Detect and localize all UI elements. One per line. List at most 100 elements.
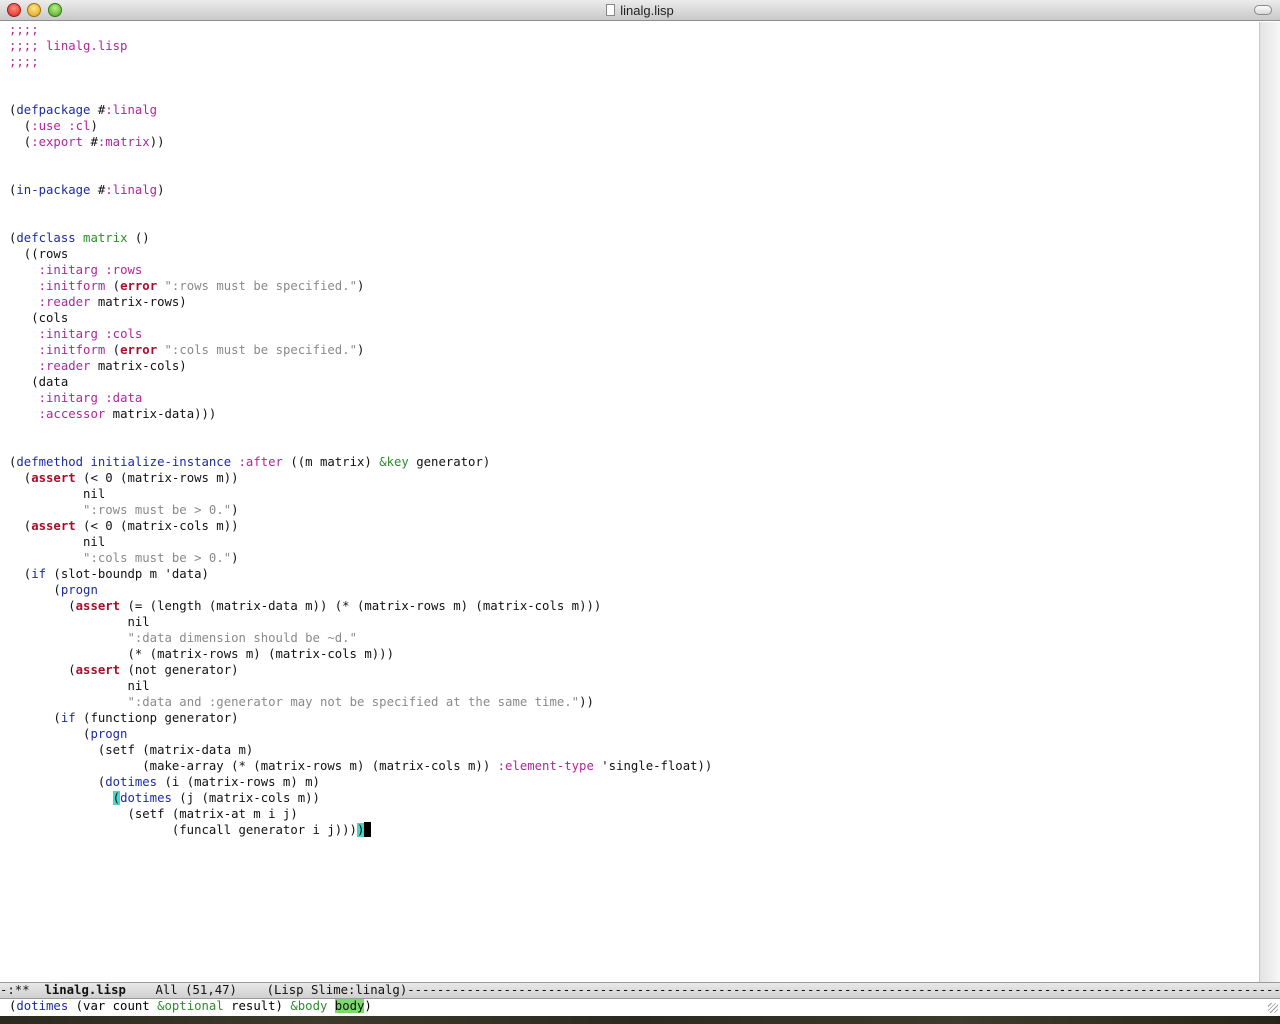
code-token: ) xyxy=(357,279,365,293)
code-line[interactable]: (setf (matrix-at m i j) xyxy=(9,806,1259,822)
code-token: defclass xyxy=(16,231,76,245)
code-token: ( xyxy=(9,119,32,133)
code-token: ":cols must be > 0." xyxy=(83,551,232,565)
code-line[interactable]: (dotimes (j (matrix-cols m)) xyxy=(9,790,1259,806)
code-line[interactable]: :reader matrix-rows) xyxy=(9,294,1259,310)
code-line[interactable]: (:use :cl) xyxy=(9,118,1259,134)
code-token: nil xyxy=(9,535,106,549)
code-token: ":data dimension should be ~d." xyxy=(127,631,357,645)
code-line[interactable]: (assert (< 0 (matrix-rows m)) xyxy=(9,470,1259,486)
code-token: (cols xyxy=(9,311,69,325)
modeline-buffer-name[interactable]: linalg.lisp xyxy=(44,983,125,997)
code-token: ( xyxy=(9,711,61,725)
code-line[interactable]: :initarg :rows xyxy=(9,262,1259,278)
code-token: :initarg xyxy=(38,263,98,277)
code-line[interactable]: :accessor matrix-data))) xyxy=(9,406,1259,422)
code-token: ((rows xyxy=(9,247,69,261)
code-line[interactable] xyxy=(9,150,1259,166)
code-editor[interactable]: ;;;;;;;; linalg.lisp;;;; (defpackage #:li… xyxy=(9,22,1259,982)
code-token: (setf (matrix-at m i j) xyxy=(9,807,298,821)
code-line[interactable] xyxy=(9,166,1259,182)
code-line[interactable]: nil xyxy=(9,486,1259,502)
code-token: matrix-rows) xyxy=(90,295,187,309)
code-line[interactable]: (defpackage #:linalg xyxy=(9,102,1259,118)
code-line[interactable]: :initarg :cols xyxy=(9,326,1259,342)
text-cursor xyxy=(364,822,372,837)
code-line[interactable]: (in-package #:linalg) xyxy=(9,182,1259,198)
code-line[interactable]: (if (functionp generator) xyxy=(9,710,1259,726)
title-bar[interactable]: linalg.lisp xyxy=(0,0,1280,21)
code-token: &key xyxy=(379,455,409,469)
code-line[interactable]: (defclass matrix () xyxy=(9,230,1259,246)
code-line[interactable] xyxy=(9,198,1259,214)
code-line[interactable]: (progn xyxy=(9,726,1259,742)
code-line[interactable]: (defmethod initialize-instance :after ((… xyxy=(9,454,1259,470)
code-line[interactable]: (setf (matrix-data m) xyxy=(9,742,1259,758)
code-token: ;;;; xyxy=(9,23,39,37)
resize-grip[interactable] xyxy=(1268,1003,1278,1013)
code-line[interactable]: ;;;; linalg.lisp xyxy=(9,38,1259,54)
code-line[interactable]: ;;;; xyxy=(9,22,1259,38)
code-line[interactable]: (assert (< 0 (matrix-cols m)) xyxy=(9,518,1259,534)
document-icon[interactable] xyxy=(606,4,616,16)
code-line[interactable]: ":data and :generator may not be specifi… xyxy=(9,694,1259,710)
code-token: ;;;; xyxy=(9,55,39,69)
code-line[interactable] xyxy=(9,70,1259,86)
code-line[interactable]: (assert (not generator) xyxy=(9,662,1259,678)
code-line[interactable]: nil xyxy=(9,614,1259,630)
code-token: ( xyxy=(9,471,32,485)
code-line[interactable] xyxy=(9,214,1259,230)
window-title-area: linalg.lisp xyxy=(0,0,1280,21)
code-line[interactable]: :initform (error ":cols must be specifie… xyxy=(9,342,1259,358)
code-token: initialize-instance xyxy=(90,455,232,469)
code-token: ( xyxy=(9,775,106,789)
code-line[interactable]: (:export #:matrix)) xyxy=(9,134,1259,150)
code-token: in-package xyxy=(16,183,91,197)
code-token: (i (matrix-rows m) m) xyxy=(157,775,320,789)
code-line[interactable]: (data xyxy=(9,374,1259,390)
code-line[interactable]: ":rows must be > 0.") xyxy=(9,502,1259,518)
code-line[interactable] xyxy=(9,438,1259,454)
code-line[interactable]: (make-array (* (matrix-rows m) (matrix-c… xyxy=(9,758,1259,774)
code-line[interactable]: ":cols must be > 0.") xyxy=(9,550,1259,566)
code-token: :rows xyxy=(105,263,143,277)
code-line[interactable]: (progn xyxy=(9,582,1259,598)
code-line[interactable]: nil xyxy=(9,678,1259,694)
code-token: (< 0 (matrix-rows m)) xyxy=(75,471,239,485)
code-line[interactable]: ":data dimension should be ~d." xyxy=(9,630,1259,646)
code-token: matrix-cols) xyxy=(90,359,187,373)
code-line[interactable]: :initarg :data xyxy=(9,390,1259,406)
code-line[interactable]: (cols xyxy=(9,310,1259,326)
code-token: ) xyxy=(357,343,365,357)
code-token: ":cols must be specified." xyxy=(164,343,358,357)
code-line[interactable]: :reader matrix-cols) xyxy=(9,358,1259,374)
code-line[interactable]: :initform (error ":rows must be specifie… xyxy=(9,278,1259,294)
toolbar-toggle-button[interactable] xyxy=(1254,5,1272,15)
code-line[interactable]: (assert (= (length (matrix-data m)) (* (… xyxy=(9,598,1259,614)
code-line[interactable]: ;;;; xyxy=(9,54,1259,70)
code-line[interactable]: ((rows xyxy=(9,246,1259,262)
code-line[interactable] xyxy=(9,422,1259,438)
code-line[interactable]: (funcall generator i j)))) xyxy=(9,822,1259,838)
code-token: :use xyxy=(31,119,61,133)
code-token: ((m matrix) xyxy=(282,455,380,469)
code-line[interactable]: (if (slot-boundp m 'data) xyxy=(9,566,1259,582)
minibuffer[interactable]: (dotimes (var count &optional result) &b… xyxy=(0,999,1280,1016)
arglist-token xyxy=(327,999,334,1013)
code-token: (= (length (matrix-data m)) (* (matrix-r… xyxy=(120,599,602,613)
modeline-mode[interactable]: (Lisp Slime:linalg) xyxy=(267,983,408,997)
code-line[interactable] xyxy=(9,86,1259,102)
code-token: (* (matrix-rows m) (matrix-cols m))) xyxy=(9,647,394,661)
code-line[interactable]: nil xyxy=(9,534,1259,550)
code-token: ( xyxy=(105,343,121,357)
arglist-token: (var count xyxy=(68,999,158,1013)
code-line[interactable]: (dotimes (i (matrix-rows m) m) xyxy=(9,774,1259,790)
code-token: if xyxy=(60,711,76,725)
code-line[interactable]: (* (matrix-rows m) (matrix-cols m))) xyxy=(9,646,1259,662)
vertical-scrollbar[interactable] xyxy=(1259,22,1280,982)
